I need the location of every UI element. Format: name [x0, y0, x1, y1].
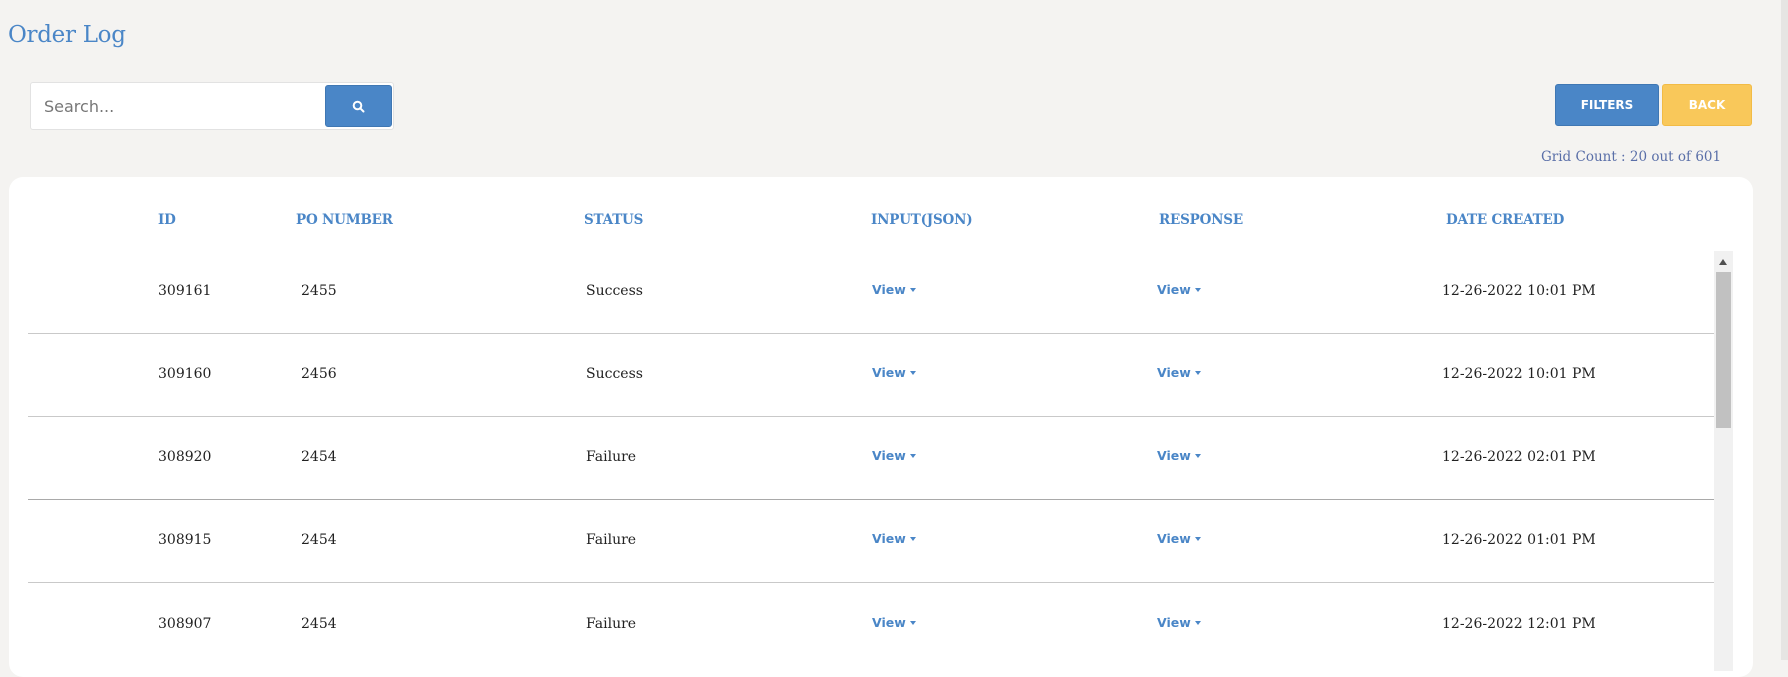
filters-button[interactable]: FILTERS: [1555, 84, 1659, 126]
cell-id: 309160: [158, 366, 212, 382]
caret-down-icon: [1194, 287, 1201, 292]
cell-date-created: 12-26-2022 10:01 PM: [1442, 283, 1596, 299]
caret-down-icon: [909, 453, 916, 458]
cell-status: Success: [586, 366, 643, 382]
cell-status: Failure: [586, 616, 637, 632]
column-header-po-number[interactable]: PO NUMBER: [296, 212, 393, 228]
cell-po-number: 2456: [301, 366, 337, 382]
caret-down-icon: [909, 536, 916, 541]
column-header-response[interactable]: RESPONSE: [1159, 212, 1243, 228]
column-header-status[interactable]: STATUS: [584, 212, 643, 228]
table-row: 309160 2456 Success View View 12-26-2022…: [28, 334, 1714, 417]
view-label: View: [872, 365, 906, 380]
cell-date-created: 12-26-2022 01:01 PM: [1442, 532, 1596, 548]
scrollbar-thumb[interactable]: [1716, 272, 1731, 428]
caret-down-icon: [1194, 370, 1201, 375]
cell-po-number: 2455: [301, 283, 337, 299]
grid-count: Grid Count : 20 out of 601: [1541, 149, 1722, 165]
cell-po-number: 2454: [301, 532, 337, 548]
search-box: [30, 82, 394, 130]
page-scrollbar[interactable]: [1781, 0, 1788, 660]
caret-down-icon: [1194, 620, 1201, 625]
input-json-view-dropdown[interactable]: View: [872, 365, 916, 380]
response-view-dropdown[interactable]: View: [1157, 282, 1201, 297]
caret-down-icon: [1194, 453, 1201, 458]
page-title: Order Log: [8, 22, 126, 48]
view-label: View: [872, 282, 906, 297]
view-label: View: [1157, 615, 1191, 630]
caret-down-icon: [1194, 536, 1201, 541]
input-json-view-dropdown[interactable]: View: [872, 282, 916, 297]
table-row: 309161 2455 Success View View 12-26-2022…: [28, 251, 1714, 334]
input-json-view-dropdown[interactable]: View: [872, 448, 916, 463]
table-row: 308920 2454 Failure View View 12-26-2022…: [28, 417, 1714, 500]
column-header-id[interactable]: ID: [158, 212, 176, 228]
response-view-dropdown[interactable]: View: [1157, 448, 1201, 463]
caret-down-icon: [909, 620, 916, 625]
column-header-input-json[interactable]: INPUT(JSON): [871, 212, 973, 228]
cell-date-created: 12-26-2022 10:01 PM: [1442, 366, 1596, 382]
caret-down-icon: [909, 370, 916, 375]
cell-po-number: 2454: [301, 616, 337, 632]
view-label: View: [1157, 365, 1191, 380]
cell-po-number: 2454: [301, 449, 337, 465]
cell-date-created: 12-26-2022 02:01 PM: [1442, 449, 1596, 465]
response-view-dropdown[interactable]: View: [1157, 615, 1201, 630]
cell-date-created: 12-26-2022 12:01 PM: [1442, 616, 1596, 632]
caret-down-icon: [909, 287, 916, 292]
cell-status: Success: [586, 283, 643, 299]
view-label: View: [1157, 448, 1191, 463]
cell-id: 308920: [158, 449, 212, 465]
search-icon: [352, 100, 365, 112]
search-input[interactable]: [31, 83, 321, 129]
cell-status: Failure: [586, 449, 637, 465]
input-json-view-dropdown[interactable]: View: [872, 531, 916, 546]
cell-id: 308915: [158, 532, 212, 548]
input-json-view-dropdown[interactable]: View: [872, 615, 916, 630]
table-row: 308907 2454 Failure View View 12-26-2022…: [28, 584, 1714, 667]
view-label: View: [872, 615, 906, 630]
cell-id: 309161: [158, 283, 212, 299]
response-view-dropdown[interactable]: View: [1157, 531, 1201, 546]
view-label: View: [872, 448, 906, 463]
back-button[interactable]: BACK: [1662, 84, 1752, 126]
column-header-date-created[interactable]: DATE CREATED: [1446, 212, 1564, 228]
cell-status: Failure: [586, 532, 637, 548]
view-label: View: [1157, 531, 1191, 546]
cell-id: 308907: [158, 616, 212, 632]
search-button[interactable]: [325, 85, 392, 127]
view-label: View: [1157, 282, 1191, 297]
response-view-dropdown[interactable]: View: [1157, 365, 1201, 380]
scroll-up-arrow-icon[interactable]: [1719, 259, 1727, 265]
table-row: 308915 2454 Failure View View 12-26-2022…: [28, 500, 1714, 583]
view-label: View: [872, 531, 906, 546]
